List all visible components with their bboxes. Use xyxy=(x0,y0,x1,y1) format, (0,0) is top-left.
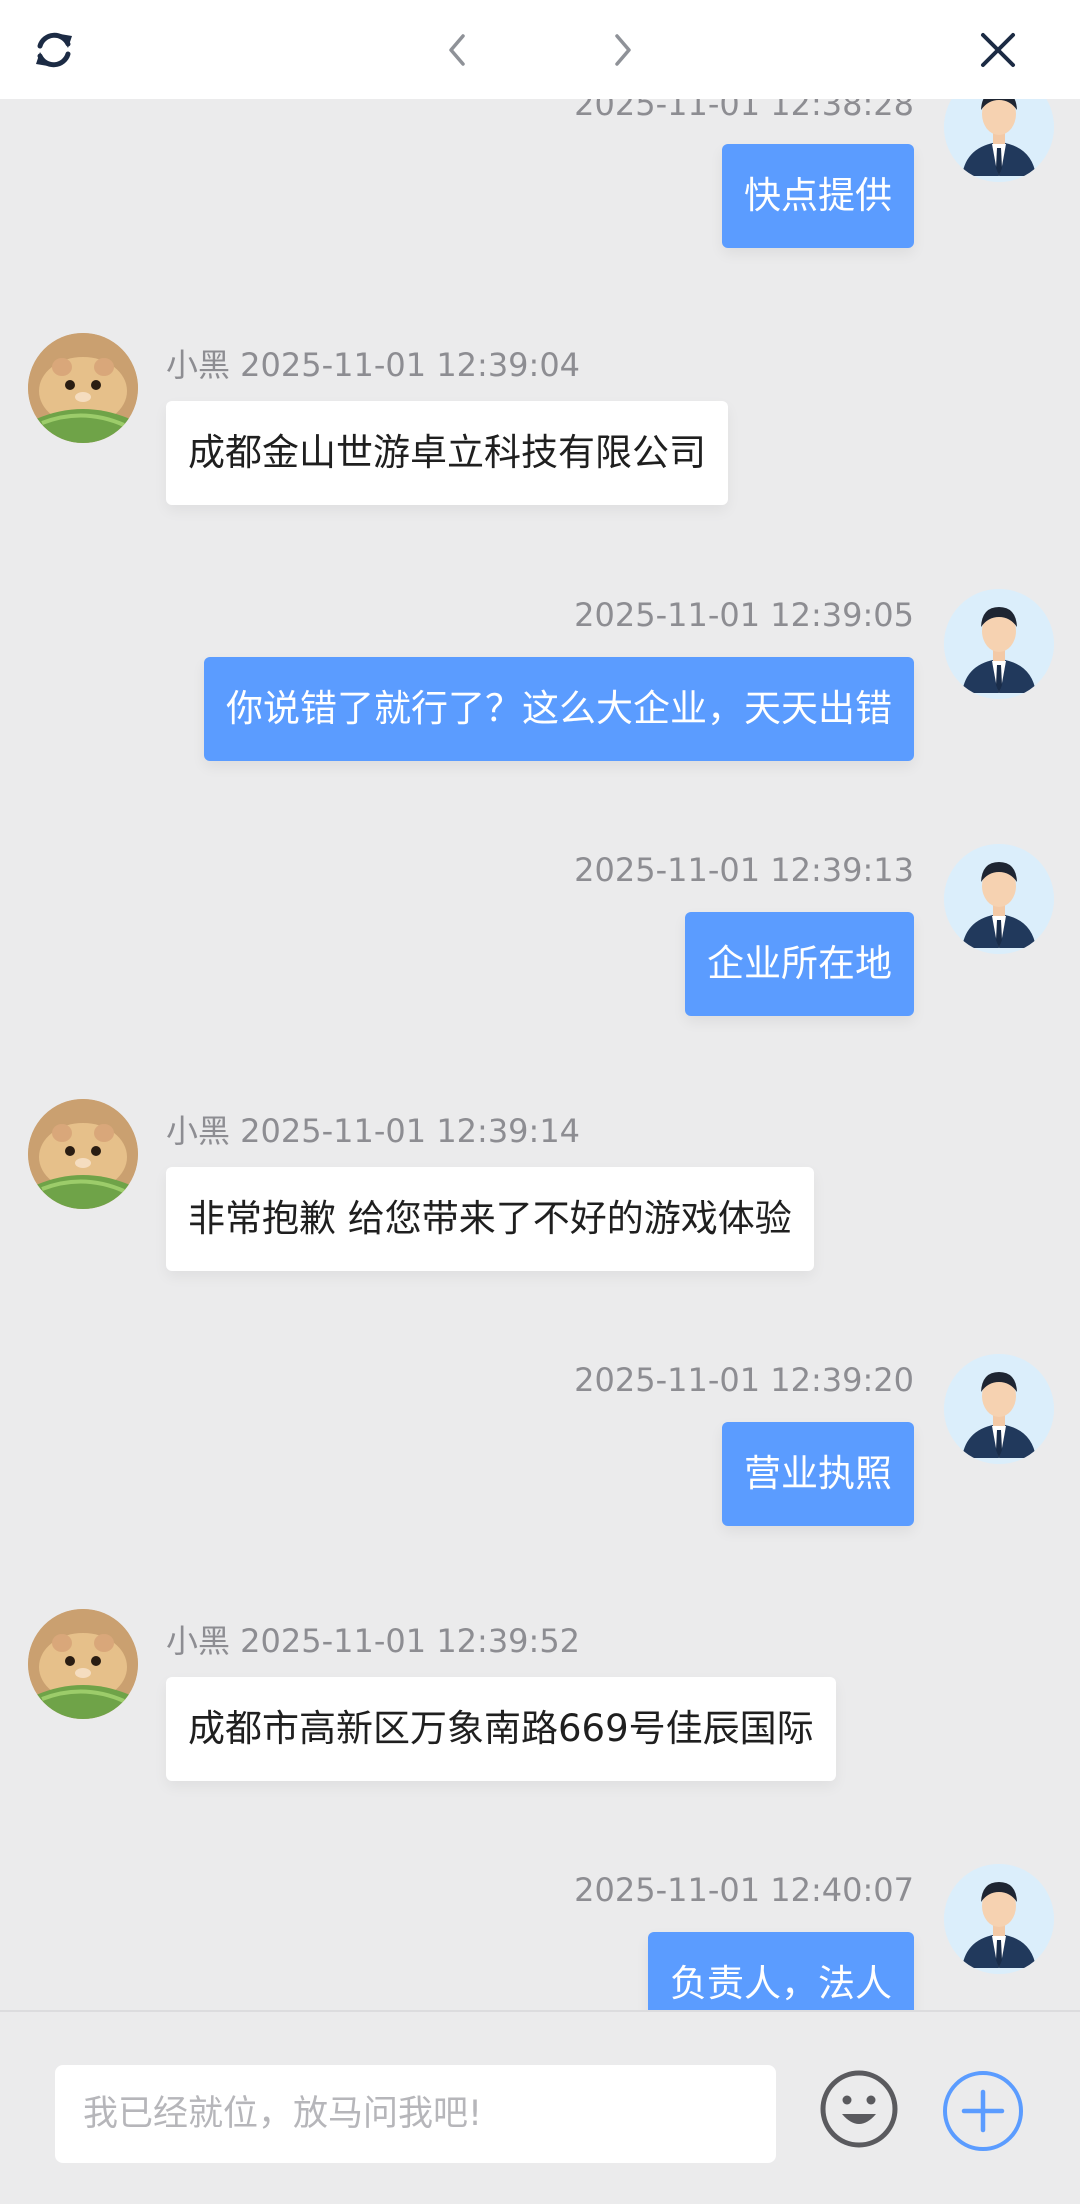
message-timestamp: 2025-11-01 12:39:13 xyxy=(574,851,914,889)
message-bubble: 非常抱歉 给您带来了不好的游戏体验 xyxy=(166,1167,814,1271)
agent-avatar xyxy=(944,1864,1054,1974)
close-icon xyxy=(981,33,1015,67)
close-button[interactable] xyxy=(966,18,1030,82)
message-bubble: 你说错了就行了？这么大企业，天天出错 xyxy=(204,657,914,761)
message-timestamp: 2025-11-01 12:38:28 xyxy=(574,99,914,123)
message-sender-timestamp: 小黑 2025-11-01 12:39:04 xyxy=(166,346,581,384)
emoji-button[interactable] xyxy=(818,2068,900,2150)
user-avatar xyxy=(28,1609,138,1719)
forward-button[interactable] xyxy=(590,18,654,82)
plus-circle-icon xyxy=(943,2071,1023,2151)
plus-button[interactable] xyxy=(940,2068,1026,2154)
user-avatar xyxy=(28,1099,138,1209)
chevron-left-icon xyxy=(449,34,465,66)
agent-avatar xyxy=(944,844,1054,954)
message-sender-timestamp: 小黑 2025-11-01 12:39:14 xyxy=(166,1112,581,1150)
message-bubble: 快点提供 xyxy=(722,144,914,248)
message-timestamp: 2025-11-01 12:39:20 xyxy=(574,1361,914,1399)
agent-avatar xyxy=(944,99,1054,182)
chat-message-list[interactable]: 2025-11-01 12:38:28 快点提供 小黑 2025-11-01 1… xyxy=(0,99,1080,2010)
user-avatar xyxy=(28,333,138,443)
agent-avatar xyxy=(944,1354,1054,1464)
message-timestamp: 2025-11-01 12:39:05 xyxy=(574,596,914,634)
top-toolbar xyxy=(0,0,1080,99)
refresh-icon xyxy=(36,32,72,68)
emoji-icon xyxy=(820,2070,898,2148)
message-input[interactable]: 我已经就位，放马问我吧! xyxy=(55,2065,776,2163)
agent-avatar xyxy=(944,589,1054,699)
message-composer: 我已经就位，放马问我吧! xyxy=(0,2010,1080,2204)
message-bubble: 负责人，法人 xyxy=(648,1932,914,2010)
message-bubble: 企业所在地 xyxy=(685,912,914,1016)
chevron-right-icon xyxy=(615,34,631,66)
message-timestamp: 2025-11-01 12:40:07 xyxy=(574,1871,914,1909)
back-button[interactable] xyxy=(426,18,490,82)
message-bubble: 营业执照 xyxy=(722,1422,914,1526)
message-bubble: 成都金山世游卓立科技有限公司 xyxy=(166,401,728,505)
message-bubble: 成都市高新区万象南路669号佳辰国际 xyxy=(166,1677,836,1781)
refresh-button[interactable] xyxy=(22,18,86,82)
message-sender-timestamp: 小黑 2025-11-01 12:39:52 xyxy=(166,1622,581,1660)
